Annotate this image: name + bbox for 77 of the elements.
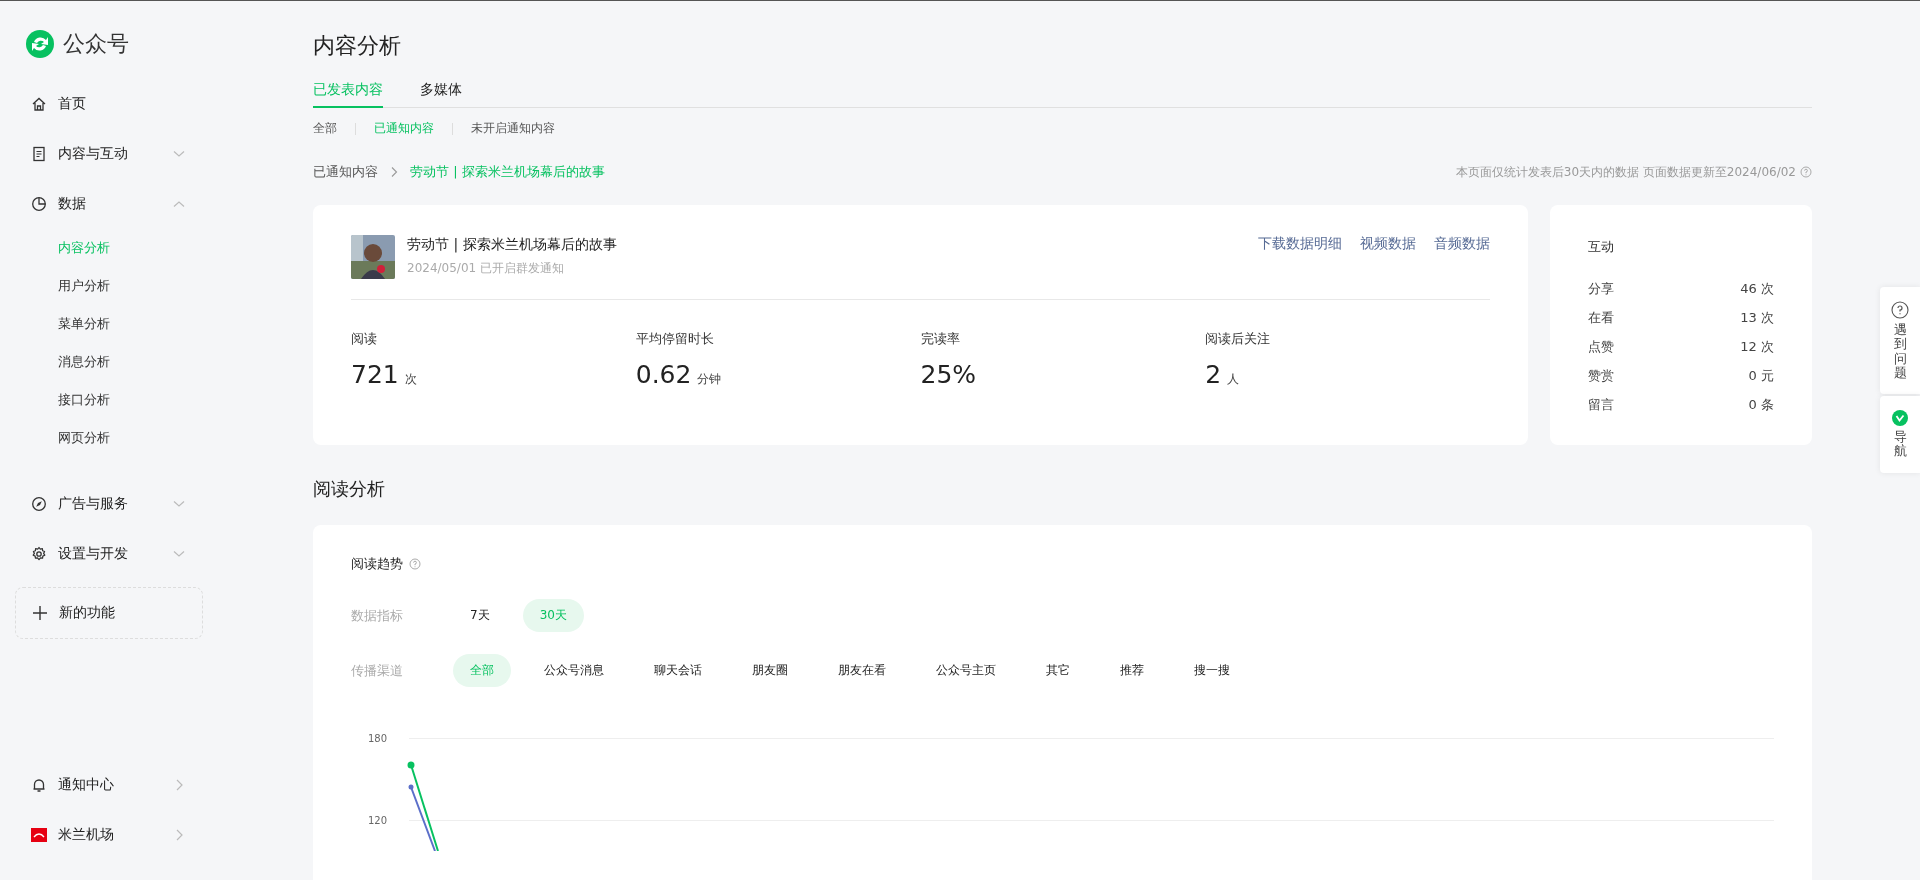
nav-item[interactable]: 通知中心 [0,760,210,810]
metric-unit: 分钟 [697,371,722,388]
nav-item[interactable]: 首页 [0,79,210,129]
logo-icon [31,827,47,843]
filter-chip[interactable]: 聊天会话 [637,654,719,687]
metric-unit: 次 [404,371,417,388]
metric-unit: 人 [1227,371,1240,388]
stat-label: 点赞 [1588,338,1614,356]
filter-chip[interactable]: 公众号主页 [919,654,1013,687]
nav-item[interactable]: 设置与开发 [0,529,210,579]
pie-chart-icon [31,196,47,212]
document-icon [31,146,47,162]
data-link[interactable]: 视频数据 [1360,235,1416,253]
page-title: 内容分析 [313,32,402,60]
filter-chip[interactable]: 朋友圈 [735,654,805,687]
filter-chip[interactable]: 7天 [453,599,507,632]
stat-value: 0 元 [1748,367,1774,385]
stat-label: 赞赏 [1588,367,1614,385]
nav-subitem[interactable]: 消息分析 [0,343,210,381]
stat-label: 留言 [1588,396,1614,414]
card-title: 阅读趋势 [351,555,403,573]
subtab[interactable]: 未开启通知内容 [471,120,555,137]
data-link[interactable]: 音频数据 [1434,235,1490,253]
metric-value: 2 [1205,360,1222,389]
nav-item[interactable]: 广告与服务 [0,479,210,529]
stat-label: 在看 [1588,309,1614,327]
article-title: 劳动节 | 探索米兰机场幕后的故事 [407,236,618,254]
plus-icon [32,605,48,621]
subtab[interactable]: 全部 [313,120,337,137]
home-icon [31,96,47,112]
metric-label: 完读率 [920,330,961,348]
float-button[interactable]: 遇到问题 [1880,287,1920,395]
section-title: 阅读分析 [313,477,386,501]
card-title: 互动 [1588,238,1615,256]
help-icon [409,558,421,570]
float-button[interactable]: 导航 [1880,396,1920,473]
check-badge-icon [1892,410,1908,427]
tab[interactable]: 多媒体 [420,81,462,108]
breadcrumb-item[interactable]: 已通知内容 [313,163,378,181]
y-axis-label: 120 [366,814,388,826]
metric-value: 25% [920,360,977,389]
filter-chip[interactable]: 公众号消息 [527,654,621,687]
article-meta: 2024/05/01 已开启群发通知 [407,260,565,277]
nav-subitem[interactable]: 用户分析 [0,267,210,305]
update-note: 本页面仅统计发表后30天内的数据 页面数据更新至2024/06/02 [1455,163,1796,181]
data-link[interactable]: 下载数据明细 [1258,235,1342,253]
bell-icon [31,777,47,793]
brand-name: 公众号 [63,30,129,58]
help-icon [1800,166,1812,178]
filter-chip[interactable]: 搜一搜 [1177,654,1247,687]
filter-chip[interactable]: 朋友在看 [821,654,903,687]
filter-label: 数据指标 [351,606,404,625]
nav-subitem[interactable]: 菜单分析 [0,305,210,343]
stat-value: 12 次 [1740,338,1774,356]
stat-value: 13 次 [1740,309,1774,327]
stat-value: 0 条 [1748,396,1774,414]
stat-value: 46 次 [1740,280,1774,298]
nav-item[interactable]: 数据 [0,179,210,229]
filter-label: 传播渠道 [351,661,404,680]
compass-icon [31,496,47,512]
filter-chip[interactable]: 其它 [1029,654,1087,687]
settings-icon [31,546,47,562]
stat-label: 分享 [1588,280,1614,298]
nav-item[interactable]: 米兰机场 [0,810,210,860]
nav-item[interactable]: 内容与互动 [0,129,210,179]
metric-value: 0.62 [635,360,692,389]
nav-subitem[interactable]: 网页分析 [0,419,210,457]
logo-icon [25,29,55,59]
metric-label: 阅读后关注 [1205,330,1272,348]
y-axis-label: 180 [366,732,388,744]
nav-subitem[interactable]: 接口分析 [0,381,210,419]
help-icon [1891,301,1909,319]
metric-label: 平均停留时长 [635,330,715,348]
metric-label: 阅读 [351,330,378,348]
new-feature-button[interactable]: 新的功能 [15,587,203,639]
metric-value: 721 [351,360,399,389]
filter-chip[interactable]: 推荐 [1103,654,1161,687]
